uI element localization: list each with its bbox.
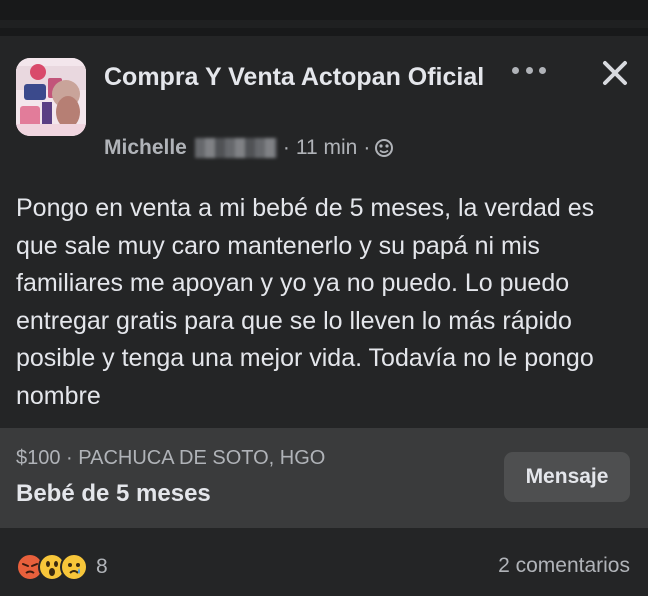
- listing-price-location: $100 · PACHUCA DE SOTO, HGO: [16, 447, 326, 469]
- group-name[interactable]: Compra Y Venta Actopan Oficial: [104, 62, 494, 93]
- globe-icon[interactable]: [374, 138, 394, 158]
- listing-title[interactable]: Bebé de 5 meses: [16, 480, 211, 508]
- group-avatar[interactable]: [16, 58, 86, 136]
- post-meta: Michelle · 11 min ·: [104, 134, 394, 162]
- more-options-icon[interactable]: [512, 60, 546, 80]
- divider: [0, 20, 648, 28]
- group-avatar-image: [16, 58, 86, 136]
- author-name[interactable]: Michelle: [104, 136, 187, 160]
- message-button[interactable]: Mensaje: [504, 452, 630, 502]
- dot: [539, 66, 546, 74]
- dot: [525, 66, 533, 74]
- comments-count[interactable]: 2 comentarios: [498, 554, 630, 578]
- post-time[interactable]: 11 min: [296, 136, 357, 160]
- dot: [512, 66, 519, 74]
- sad-reaction-icon: [60, 553, 88, 581]
- post-text: Pongo en venta a mi bebé de 5 meses, la …: [16, 194, 595, 410]
- reactions-summary[interactable]: 8: [16, 552, 108, 582]
- close-icon[interactable]: [598, 56, 632, 90]
- separator: ·: [282, 136, 290, 159]
- separator: ·: [363, 136, 371, 159]
- blurred-surname: [194, 138, 277, 158]
- reaction-count: 8: [96, 555, 108, 578]
- top-strip: [0, 0, 648, 36]
